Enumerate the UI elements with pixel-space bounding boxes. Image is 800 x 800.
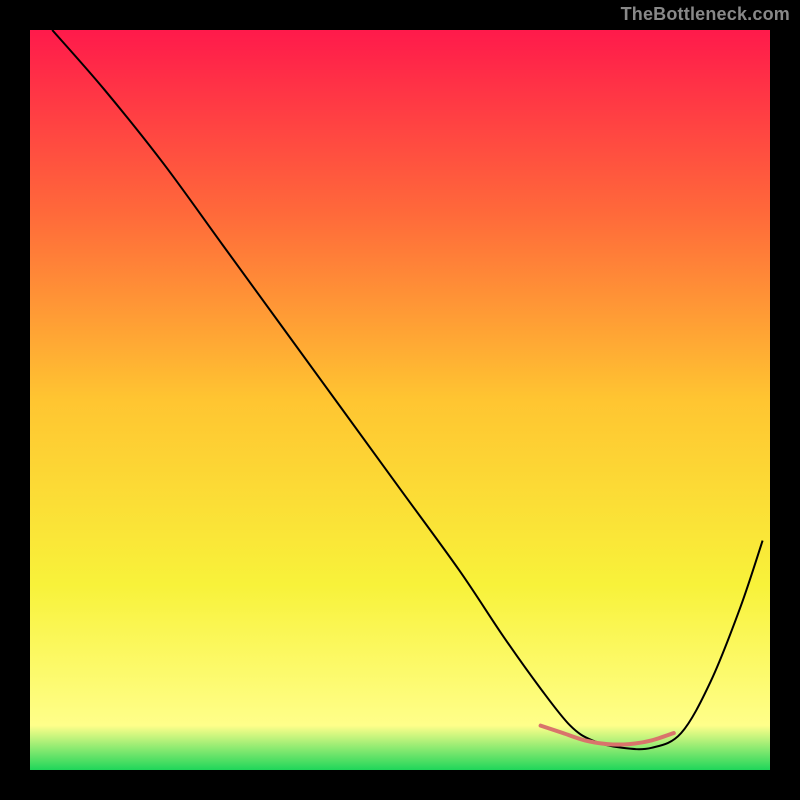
- chart-plot-area: [30, 30, 770, 770]
- bottleneck-chart: [30, 30, 770, 770]
- watermark-text: TheBottleneck.com: [621, 4, 790, 25]
- chart-background-gradient: [30, 30, 770, 770]
